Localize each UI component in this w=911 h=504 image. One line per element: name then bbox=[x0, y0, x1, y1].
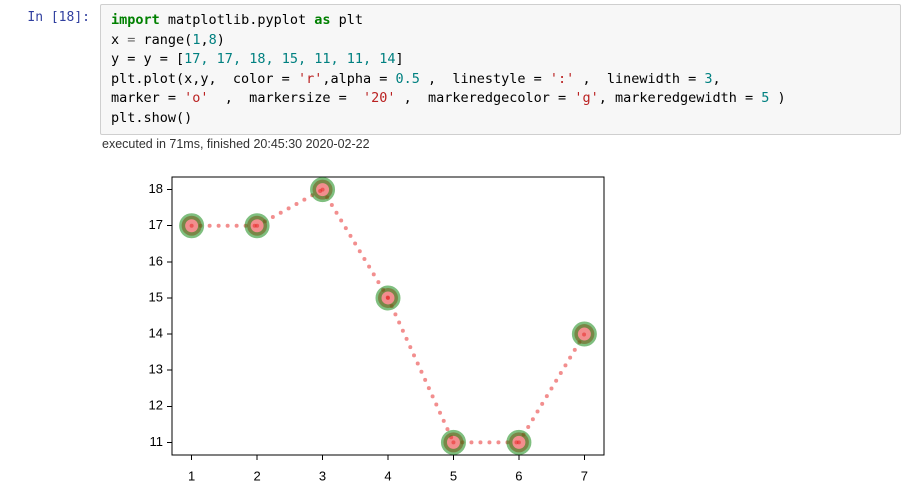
notebook-cell: In [18]: import matplotlib.pyplot as plt… bbox=[0, 0, 911, 483]
y-tick-label: 12 bbox=[149, 398, 163, 413]
chart-output: 11121314151617181234567 bbox=[100, 157, 901, 483]
execution-timing: executed in 71ms, finished 20:45:30 2020… bbox=[100, 135, 901, 157]
x-tick-label: 6 bbox=[515, 469, 522, 483]
kw-as: as bbox=[314, 12, 330, 28]
plot-markers bbox=[182, 180, 595, 453]
input-prompt: In [18]: bbox=[0, 4, 100, 483]
y-tick-label: 11 bbox=[150, 434, 164, 449]
line-chart: 11121314151617181234567 bbox=[110, 163, 618, 483]
x-tick-label: 5 bbox=[450, 469, 457, 483]
x-tick-label: 1 bbox=[188, 469, 195, 483]
y-tick-label: 13 bbox=[149, 362, 163, 377]
x-tick-label: 7 bbox=[581, 469, 588, 483]
code-input[interactable]: import matplotlib.pyplot as plt x = rang… bbox=[100, 4, 901, 135]
x-tick-label: 4 bbox=[384, 469, 391, 483]
input-area-wrap: import matplotlib.pyplot as plt x = rang… bbox=[100, 4, 911, 483]
y-tick-label: 15 bbox=[149, 290, 163, 305]
y-tick-label: 16 bbox=[149, 254, 163, 269]
y-tick-label: 18 bbox=[149, 181, 163, 196]
x-tick-label: 2 bbox=[253, 469, 260, 483]
x-tick-label: 3 bbox=[319, 469, 326, 483]
y-tick-label: 14 bbox=[149, 326, 163, 341]
kw-import: import bbox=[111, 12, 160, 28]
y-tick-label: 17 bbox=[149, 218, 163, 233]
